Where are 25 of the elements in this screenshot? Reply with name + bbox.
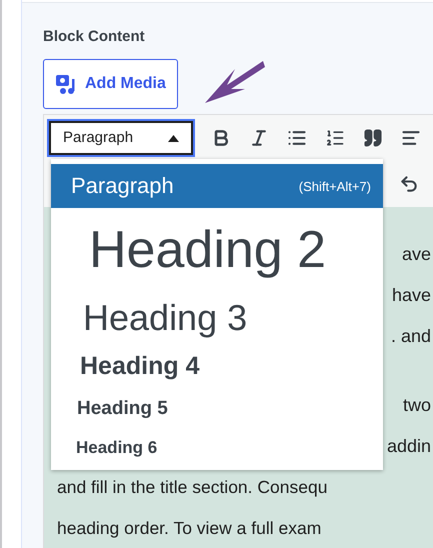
paragraph-text: addin: [386, 435, 432, 458]
bullet-list-icon[interactable]: [287, 128, 307, 148]
italic-icon[interactable]: [249, 128, 269, 148]
align-left-icon[interactable]: [401, 128, 421, 148]
paragraph-text: ave: [402, 243, 432, 266]
format-menu-item[interactable]: Paragraph (Shift+Alt+7): [51, 164, 383, 208]
paragraph-text: heading order. To view a full exam: [57, 517, 322, 540]
format-menu-item[interactable]: Heading 5: [51, 388, 383, 428]
format-menu-item[interactable]: Heading 6: [51, 428, 383, 466]
caret-icon: [168, 134, 179, 142]
pointer-arrow-drawing: [205, 59, 267, 105]
format-menu-item[interactable]: Heading 2: [51, 208, 383, 292]
add-media-button[interactable]: Add Media: [43, 59, 178, 109]
undo-icon[interactable]: [399, 174, 419, 194]
format-menu-item[interactable]: Heading 4: [51, 344, 383, 388]
numbered-list-icon[interactable]: [325, 128, 345, 148]
paragraph-text: and fill in the title section. Consequ: [57, 476, 328, 499]
paragraph-text: . and: [390, 325, 432, 348]
section-label: Block Content: [43, 27, 146, 47]
quote-icon[interactable]: [363, 128, 383, 148]
format-menu-item[interactable]: Heading 3: [51, 292, 383, 344]
format-select[interactable]: Paragraph: [49, 121, 193, 155]
paragraph-text: have: [392, 284, 432, 307]
media-icon: [55, 73, 77, 95]
paragraph-text: two: [402, 394, 432, 417]
